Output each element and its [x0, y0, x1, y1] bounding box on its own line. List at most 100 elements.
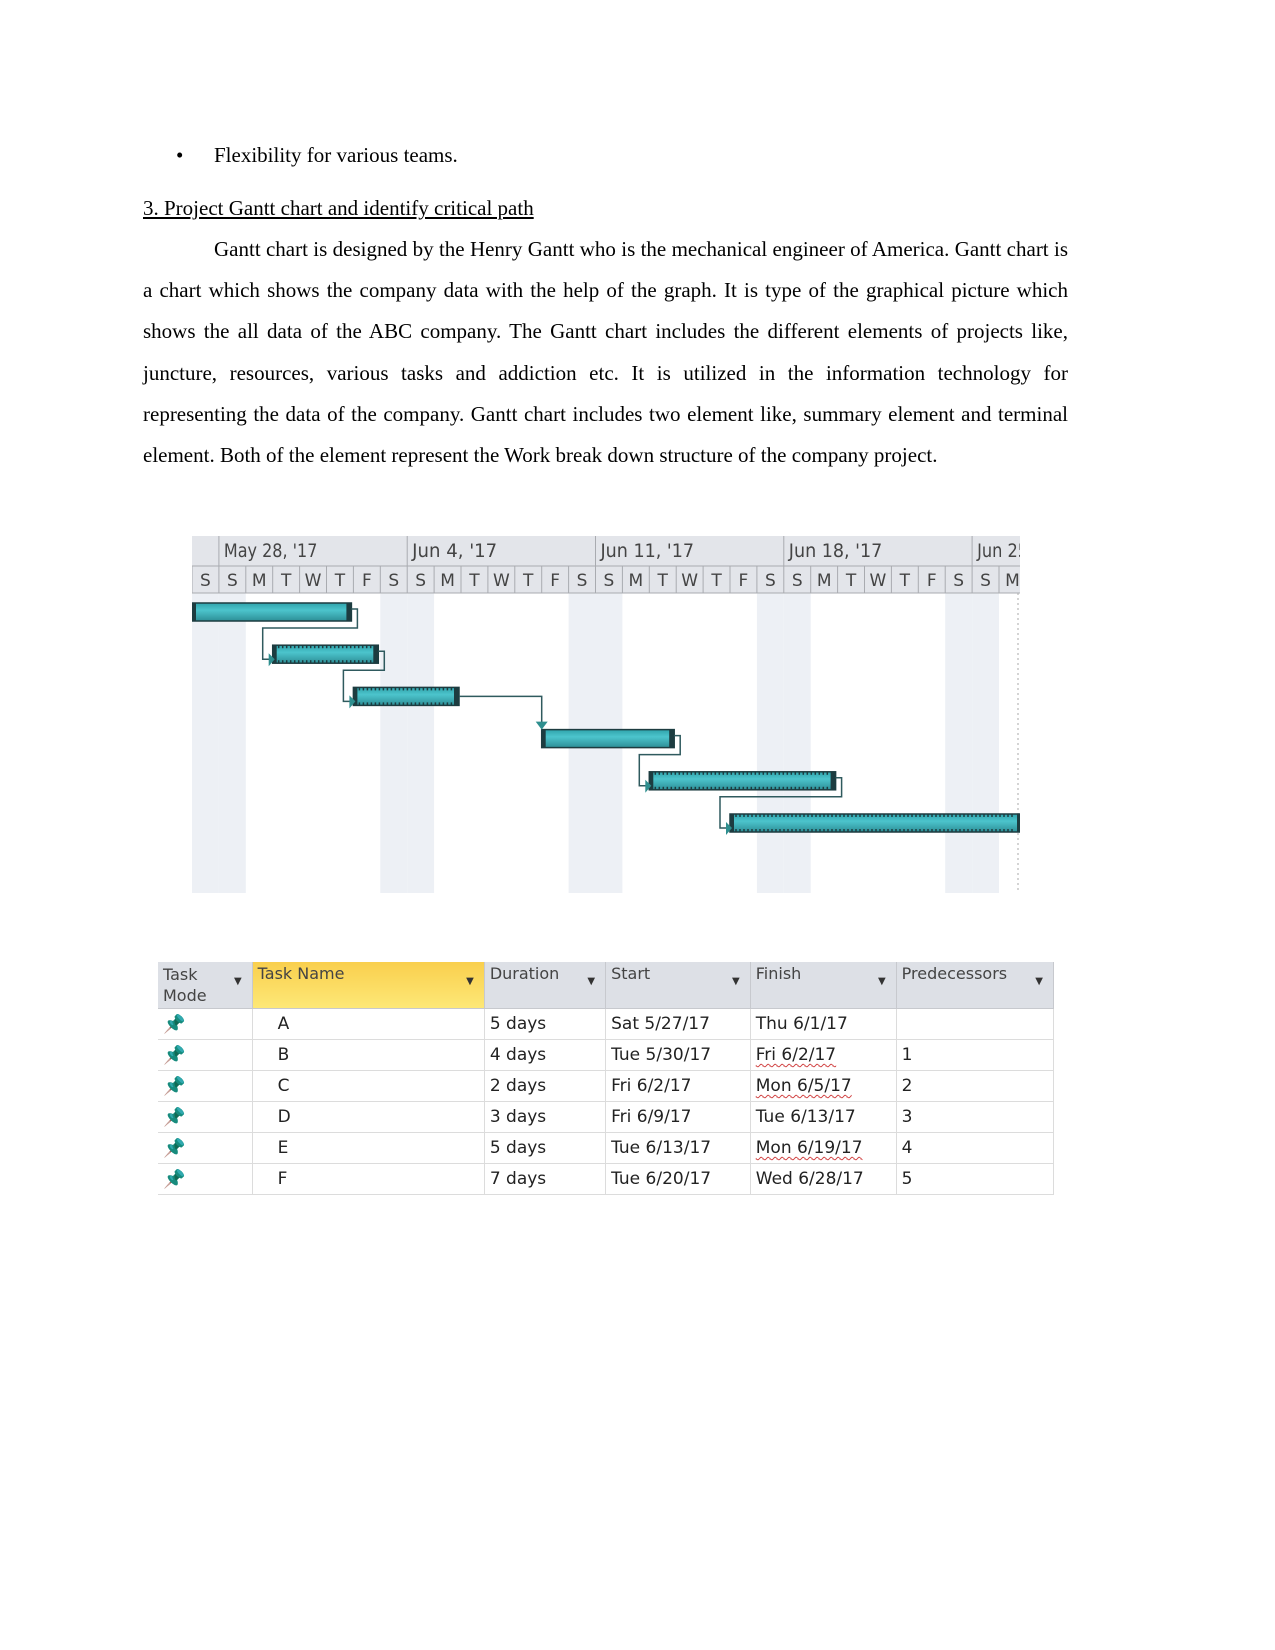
cell-start: Fri 6/9/17: [605, 1101, 751, 1133]
cell-duration: 5 days: [484, 1132, 607, 1164]
table-row[interactable]: 📌 F 7 days Tue 6/20/17 Wed 6/28/17 5: [158, 1163, 1055, 1195]
column-header[interactable]: Start ▼: [605, 962, 751, 1009]
column-header[interactable]: Duration ▼: [484, 962, 607, 1009]
task-mode-cell: 📌: [158, 1101, 253, 1133]
cell-start: Tue 6/20/17: [605, 1163, 751, 1195]
day-label: F: [927, 571, 937, 591]
column-header[interactable]: Predecessors ▼: [896, 962, 1055, 1009]
day-label: S: [980, 571, 991, 591]
task-mode-cell: 📌: [158, 1039, 253, 1071]
cell-duration: 2 days: [484, 1070, 607, 1102]
cell-text: 5 days: [489, 1138, 547, 1158]
cell-pred: 4: [896, 1132, 1055, 1164]
cell-text: 4 days: [489, 1045, 547, 1065]
cell-text: Tue 6/13/17: [755, 1107, 856, 1127]
day-label: T: [334, 571, 346, 591]
day-label: T: [845, 571, 857, 591]
day-label: F: [362, 571, 372, 591]
cell-text: Fri 6/2/17: [611, 1076, 692, 1096]
table-row[interactable]: 📌 A 5 days Sat 5/27/17 Thu 6/1/17: [158, 1008, 1055, 1040]
cell-pred: 5: [896, 1163, 1055, 1195]
weekend-shade: [407, 593, 435, 893]
cell-name: E: [252, 1132, 485, 1164]
document-page: • Flexibility for various teams. 3. Proj…: [0, 0, 1275, 1650]
cell-duration: 3 days: [484, 1101, 607, 1133]
filter-dropdown-icon[interactable]: ▼: [1035, 976, 1043, 987]
day-label: M: [440, 571, 455, 591]
cell-text: 3: [901, 1107, 913, 1127]
cell-name: D: [252, 1101, 485, 1133]
cell-text: Tue 6/13/17: [611, 1138, 712, 1158]
cell-text: 2: [901, 1076, 913, 1096]
week-label: Jun 11, '17: [599, 540, 694, 562]
cell-duration: 5 days: [484, 1008, 607, 1040]
column-header[interactable]: Finish ▼: [750, 962, 897, 1009]
task-mode-cell: 📌: [158, 1008, 253, 1040]
filter-dropdown-icon[interactable]: ▼: [466, 976, 474, 987]
day-label: S: [388, 571, 399, 591]
cell-start: Sat 5/27/17: [605, 1008, 751, 1040]
weekend-shade: [972, 593, 999, 893]
day-label: S: [200, 571, 211, 591]
cell-text: Fri 6/9/17: [611, 1107, 692, 1127]
cell-text: E: [277, 1138, 289, 1158]
gantt-chart: May 28, '17 Jun 4, '17 Jun 11, '17 Jun 18, …: [192, 536, 1020, 893]
week-label: Jun 18, '17: [788, 540, 883, 562]
bar-end-cap: [1017, 814, 1020, 832]
day-label: T: [468, 571, 480, 591]
cell-name: B: [252, 1039, 485, 1071]
day-label: S: [604, 571, 615, 591]
cell-text: 1: [901, 1045, 913, 1065]
cell-finish: Mon 6/19/17: [750, 1132, 897, 1164]
dependency-link: [459, 695, 543, 726]
table-row[interactable]: 📌 C 2 days Fri 6/2/17 Mon 6/5/17 2: [158, 1070, 1055, 1102]
table-row[interactable]: 📌 B 4 days Tue 5/30/17 Fri 6/2/17 1: [158, 1039, 1055, 1071]
link-arrow-icon: [535, 721, 548, 730]
filter-dropdown-icon[interactable]: ▼: [587, 976, 595, 987]
cell-text: 7 days: [489, 1169, 547, 1189]
filter-dropdown-icon[interactable]: ▼: [878, 976, 886, 987]
cell-text: Sat 5/27/17: [611, 1014, 710, 1034]
column-header[interactable]: Task Name ▼: [252, 962, 485, 1009]
column-header-label: Duration: [489, 964, 560, 983]
column-header-label: Task Mode: [163, 965, 207, 1005]
cell-pred: 2: [896, 1070, 1055, 1102]
cell-name: F: [252, 1163, 485, 1195]
cell-text: A: [277, 1014, 290, 1034]
column-header[interactable]: Task Mode ▼: [158, 962, 253, 1009]
task-mode-cell: 📌: [158, 1132, 253, 1164]
cell-text: Mon 6/5/17: [755, 1076, 852, 1096]
pushpin-icon: 📌: [163, 1013, 186, 1035]
body-paragraph: Gantt chart is designed by the Henry Gan…: [143, 237, 1068, 468]
week-label: Jun 4, '17: [411, 540, 497, 562]
pushpin-icon: 📌: [163, 1044, 186, 1066]
cell-start: Tue 6/13/17: [605, 1132, 751, 1164]
cell-text: C: [277, 1076, 290, 1096]
pushpin-icon: 📌: [163, 1137, 186, 1159]
bar-start-cap: [192, 603, 196, 621]
bar-start-cap: [541, 729, 546, 748]
day-label: T: [899, 571, 911, 591]
pushpin-icon: 📌: [163, 1106, 186, 1128]
cell-text: F: [277, 1169, 288, 1189]
week-label: May 28, '17: [224, 540, 318, 562]
day-label: M: [817, 571, 832, 591]
column-header-label: Task Name: [257, 964, 345, 983]
day-label: T: [522, 571, 534, 591]
day-label: S: [227, 571, 238, 591]
cell-finish: Tue 6/13/17: [750, 1101, 897, 1133]
cell-start: Tue 5/30/17: [605, 1039, 751, 1071]
task-mode-cell: 📌: [158, 1070, 253, 1102]
day-label: F: [550, 571, 560, 591]
table-row[interactable]: 📌 D 3 days Fri 6/9/17 Tue 6/13/17 3: [158, 1101, 1055, 1133]
cell-text: Tue 5/30/17: [611, 1045, 712, 1065]
filter-dropdown-icon[interactable]: ▼: [234, 976, 242, 987]
cell-pred: 1: [896, 1039, 1055, 1071]
bar-end-cap: [830, 771, 836, 790]
task-mode-cell: 📌: [158, 1163, 253, 1195]
weekend-shade: [380, 593, 408, 893]
bar-end-cap: [454, 687, 459, 706]
cell-text: 3 days: [489, 1107, 547, 1127]
filter-dropdown-icon[interactable]: ▼: [732, 976, 740, 987]
table-row[interactable]: 📌 E 5 days Tue 6/13/17 Mon 6/19/17 4: [158, 1132, 1055, 1164]
